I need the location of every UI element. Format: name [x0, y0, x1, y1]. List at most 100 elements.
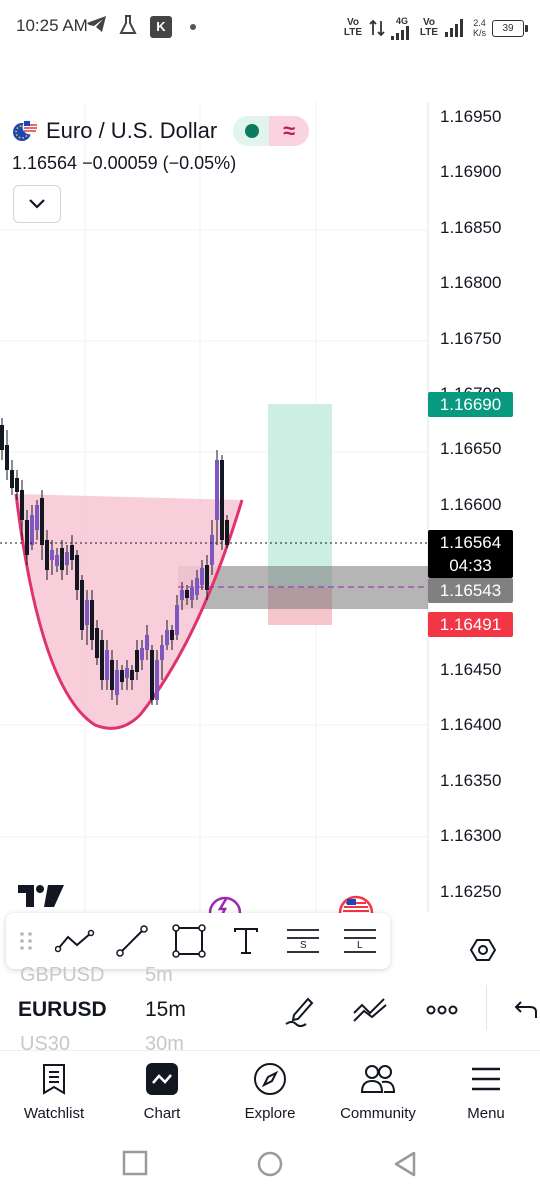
- chart-icon: [146, 1063, 178, 1095]
- candle-body: [40, 498, 44, 545]
- trend-line-icon: [115, 925, 148, 957]
- trend-angle-tool[interactable]: [46, 913, 103, 969]
- fib-s-tool[interactable]: S: [274, 913, 331, 969]
- bottom-nav: Watchlist Chart Explore Community Menu: [0, 1050, 540, 1131]
- drawing-pen-button[interactable]: [280, 990, 320, 1030]
- cup-fill: [16, 494, 242, 729]
- pen-icon: [285, 997, 314, 1027]
- drag-handle[interactable]: [6, 913, 46, 969]
- us-event-flag-icon[interactable]: [338, 893, 374, 913]
- home-button-icon[interactable]: [256, 1150, 284, 1178]
- text-tool-icon: [233, 928, 258, 954]
- candle-body: [110, 660, 114, 690]
- price-tick: 1.16600: [440, 495, 502, 514]
- candle-body: [90, 600, 94, 640]
- candle-body: [65, 552, 69, 565]
- candle-body: [100, 640, 104, 680]
- fib-l-tool[interactable]: L: [331, 913, 388, 969]
- symbol-selector[interactable]: EURUSD: [18, 998, 107, 1022]
- signal-2-icon: [444, 19, 463, 37]
- nav-label: Chart: [143, 1105, 181, 1122]
- candle-body: [130, 670, 134, 680]
- candle-body: [160, 645, 164, 660]
- nav-label: Community: [340, 1105, 416, 1122]
- candle-body: [20, 490, 24, 520]
- trend-line-tool[interactable]: [103, 913, 160, 969]
- timeframe-selector[interactable]: 15m: [145, 998, 186, 1022]
- candle-body: [155, 660, 159, 700]
- collapse-button[interactable]: [13, 185, 61, 223]
- nav-chart[interactable]: Chart: [108, 1051, 216, 1131]
- watchlist-icon: [43, 1064, 65, 1095]
- data-arrows-icon: [369, 19, 385, 37]
- kite-app-icon: K: [150, 16, 172, 38]
- candle-body: [60, 548, 64, 570]
- price-tick: 1.16750: [440, 329, 502, 348]
- volte-1: Vo LTE: [343, 17, 363, 38]
- price-tick: 1.16350: [440, 771, 502, 790]
- drag-handle-icon: [20, 932, 32, 950]
- candle-body: [200, 568, 204, 585]
- compass-icon: [254, 1063, 286, 1095]
- menu-icon: [472, 1067, 500, 1091]
- notification-dot-icon: [190, 24, 196, 30]
- price-scale[interactable]: 1.16950 1.16900 1.16850 1.16800 1.16750 …: [428, 102, 540, 912]
- recents-button-icon[interactable]: [122, 1150, 148, 1176]
- fib-s-icon: S: [286, 929, 319, 953]
- rectangle-tool[interactable]: [160, 913, 217, 969]
- candle-body: [205, 565, 209, 590]
- candle-body: [145, 635, 149, 650]
- more-button[interactable]: [422, 990, 462, 1030]
- candle-body: [70, 545, 74, 560]
- timeframe-prev[interactable]: 5m: [145, 964, 173, 987]
- svg-text:S: S: [300, 940, 307, 951]
- chart-settings-icon[interactable]: [468, 935, 498, 965]
- current-price-label: 1.16564 04:33: [428, 530, 513, 578]
- status-indicators: Vo LTE 4G Vo LTE 2.4 K/s 39: [343, 10, 528, 46]
- telegram-icon: [87, 16, 106, 32]
- status-bar: 10:25 AM K Vo LTE 4G Vo LTE 2.4 K/s 39: [0, 0, 540, 56]
- undo-icon: [514, 1001, 537, 1018]
- status-time: 10:25 AM: [16, 16, 88, 35]
- flash-event-icon[interactable]: [208, 893, 242, 913]
- text-tool[interactable]: [217, 913, 274, 969]
- candle-body: [95, 628, 99, 658]
- candle-body: [185, 590, 189, 598]
- nav-community[interactable]: Community: [324, 1051, 432, 1131]
- candle-body: [125, 668, 129, 678]
- candle-body: [35, 505, 39, 530]
- candle-body: [10, 470, 14, 488]
- candle-body: [5, 445, 9, 470]
- indicators-button[interactable]: [350, 990, 390, 1030]
- system-nav-bar: [0, 1130, 540, 1200]
- net-speed-unit: K/s: [472, 28, 486, 38]
- symbol-name[interactable]: Euro / U.S. Dollar: [46, 118, 217, 144]
- candle-body: [105, 650, 109, 680]
- divider: [486, 985, 487, 1030]
- price-tick: 1.16400: [440, 715, 502, 734]
- symbol-prev[interactable]: GBPUSD: [20, 964, 104, 987]
- nav-explore[interactable]: Explore: [216, 1051, 324, 1131]
- candle-body: [15, 478, 19, 492]
- indicators-icon: [353, 998, 387, 1022]
- candle-body: [225, 520, 229, 545]
- nav-label: Menu: [467, 1105, 505, 1122]
- price-tick: 1.16450: [440, 660, 502, 679]
- candle-body: [85, 600, 89, 625]
- price-tick: 1.16850: [440, 218, 502, 237]
- market-open-dot-icon: [245, 124, 260, 138]
- entry-price-label: 1.16543: [428, 578, 513, 603]
- nav-label: Explore: [244, 1105, 296, 1122]
- target-zone[interactable]: [268, 404, 332, 587]
- nav-watchlist[interactable]: Watchlist: [0, 1051, 108, 1131]
- signal-1-icon: [390, 26, 409, 40]
- nav-menu[interactable]: Menu: [432, 1051, 540, 1131]
- back-button-icon[interactable]: [392, 1150, 418, 1178]
- undo-button[interactable]: [505, 990, 540, 1030]
- candle-body: [165, 630, 169, 645]
- symbol-header[interactable]: Euro / U.S. Dollar ≈: [12, 116, 310, 146]
- price-tick: 1.16300: [440, 826, 502, 845]
- candle-body: [140, 648, 144, 660]
- lab-flask-icon: [119, 15, 137, 34]
- market-status-pill[interactable]: ≈: [233, 116, 310, 146]
